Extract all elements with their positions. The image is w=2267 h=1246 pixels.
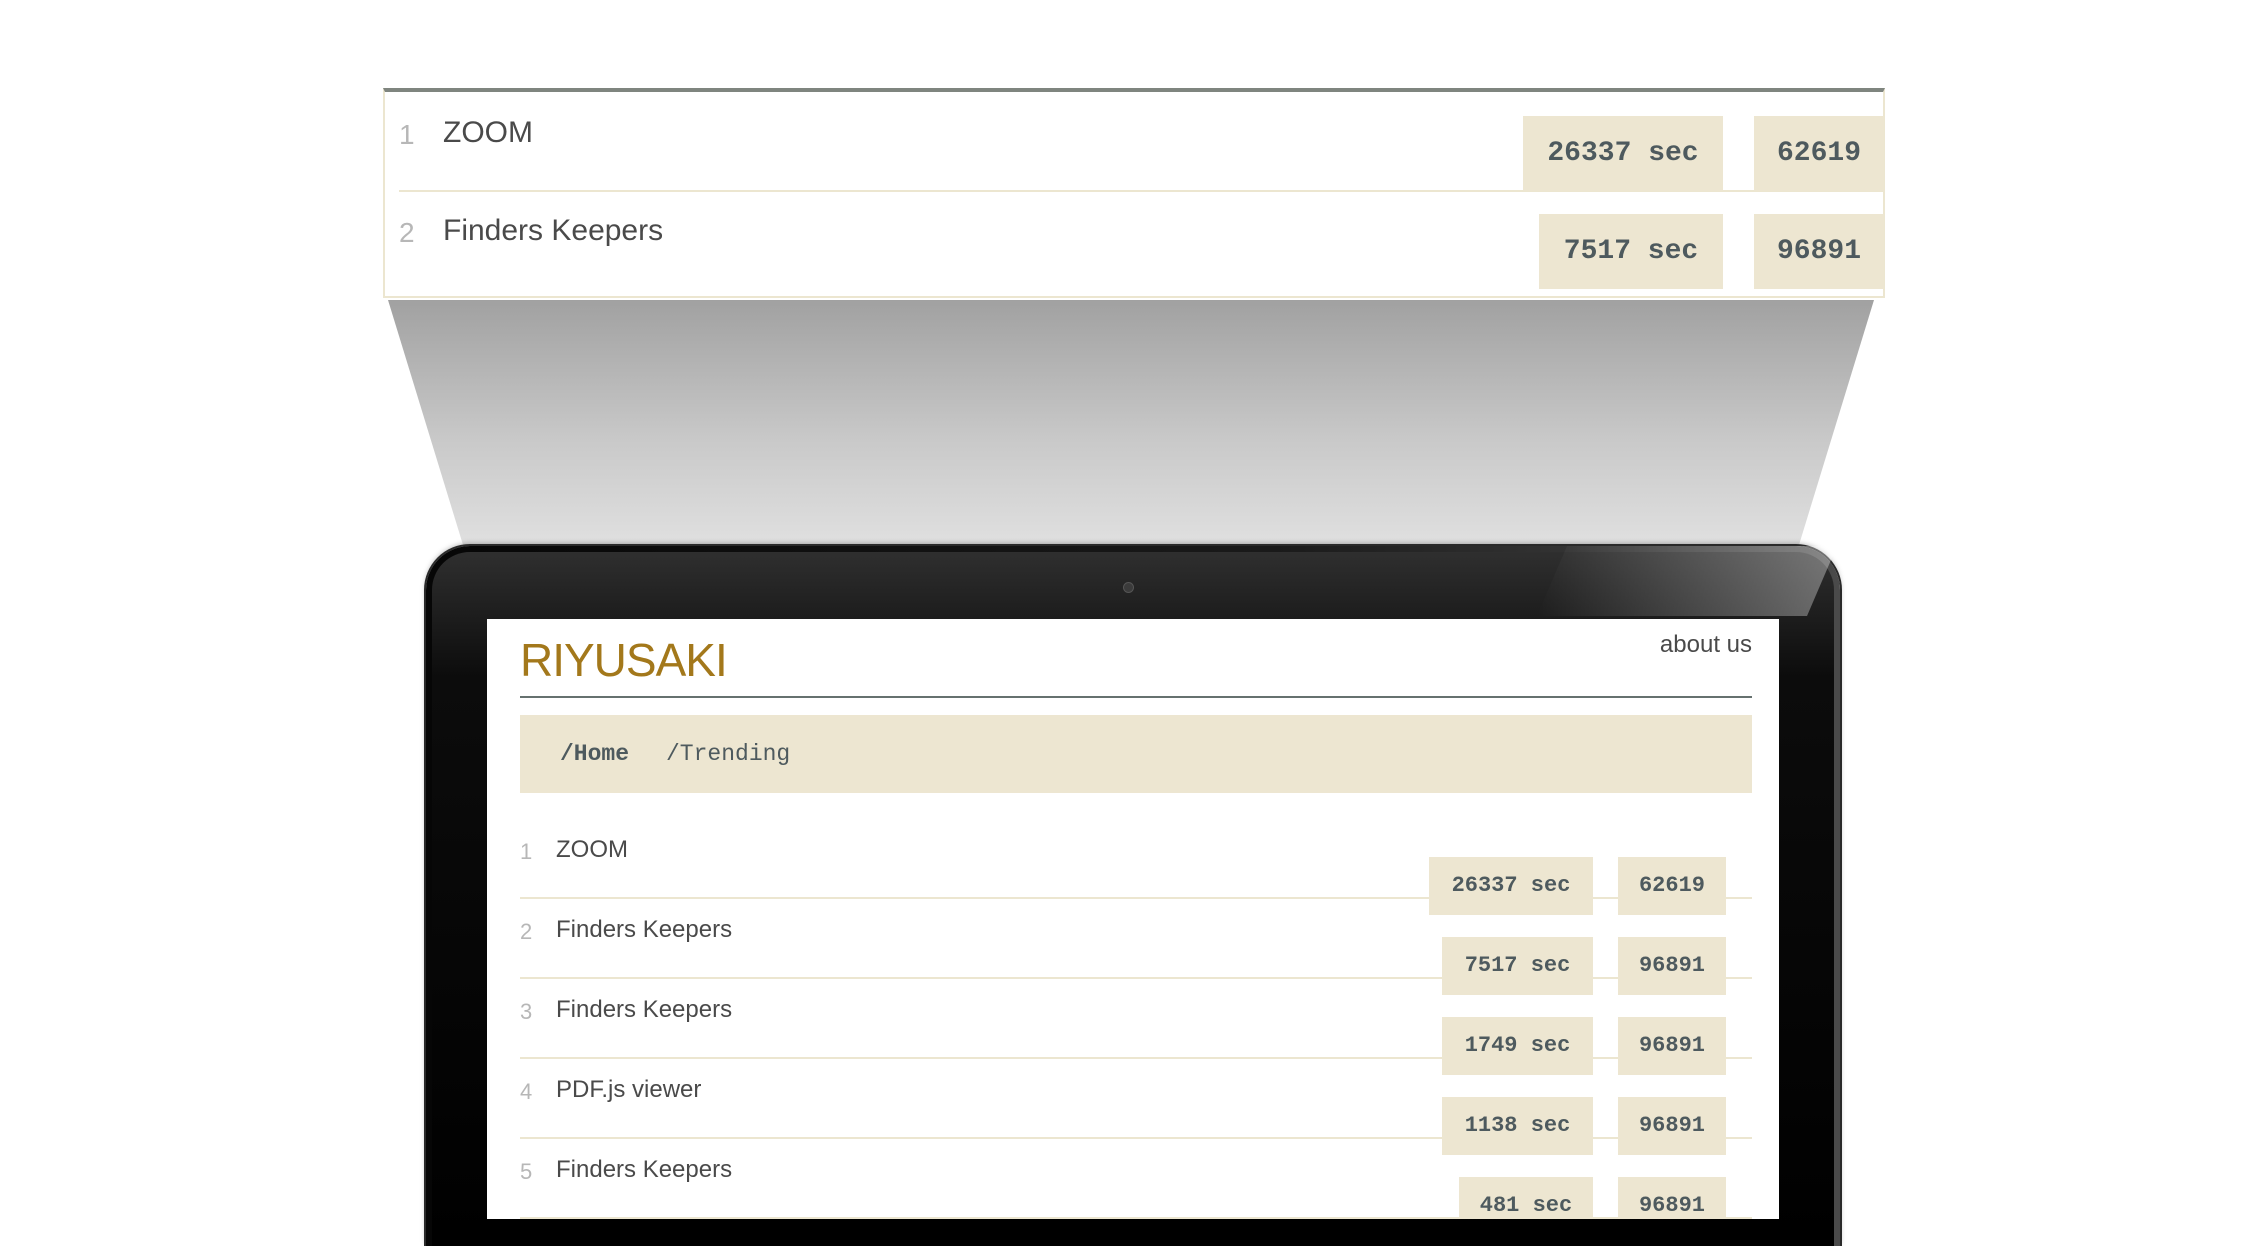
- list-item[interactable]: 5 Finders Keepers 481 sec 96891: [520, 1137, 1752, 1219]
- site-logo[interactable]: RIYUSAKI: [520, 633, 728, 687]
- laptop-screen: RIYUSAKI about us /Home /Trending 1 ZOOM…: [487, 619, 1779, 1219]
- item-title[interactable]: Finders Keepers: [556, 1156, 732, 1184]
- zoomed-list-row: 1 ZOOM 26337 sec 62619: [399, 92, 1884, 192]
- zoomed-row-title: ZOOM: [443, 116, 533, 149]
- item-title[interactable]: PDF.js viewer: [556, 1076, 701, 1104]
- screen-glare: [1537, 546, 1837, 616]
- breadcrumb: /Home /Trending: [520, 715, 1752, 793]
- website: RIYUSAKI about us /Home /Trending 1 ZOOM…: [487, 619, 1779, 1219]
- zoomed-list-panel: 1 ZOOM 26337 sec 62619 2 Finders Keepers…: [383, 88, 1885, 298]
- item-title[interactable]: Finders Keepers: [556, 916, 732, 944]
- item-rank: 5: [520, 1159, 533, 1184]
- zoomed-row-title: Finders Keepers: [443, 214, 664, 247]
- zoomed-list-row: 2 Finders Keepers 7517 sec 96891: [399, 190, 1884, 289]
- item-rank: 4: [520, 1079, 533, 1104]
- about-us-link[interactable]: about us: [1660, 631, 1752, 659]
- breadcrumb-trending[interactable]: /Trending: [666, 741, 790, 767]
- zoomed-time-badge: 7517 sec: [1539, 214, 1723, 289]
- zoomed-views-badge: 62619: [1754, 116, 1884, 191]
- list-item[interactable]: 2 Finders Keepers 7517 sec 96891: [520, 897, 1752, 995]
- zoomed-row-rank: 2: [399, 217, 415, 248]
- item-rank: 2: [520, 919, 533, 944]
- item-rank: 1: [520, 839, 533, 864]
- item-rank: 3: [520, 999, 533, 1024]
- zoomed-time-badge: 26337 sec: [1523, 116, 1723, 191]
- item-title[interactable]: Finders Keepers: [556, 996, 732, 1024]
- item-title[interactable]: ZOOM: [556, 836, 628, 864]
- webcam-icon: [1124, 583, 1133, 592]
- list-item[interactable]: 3 Finders Keepers 1749 sec 96891: [520, 977, 1752, 1075]
- time-badge: 481 sec: [1459, 1177, 1593, 1219]
- breadcrumb-home[interactable]: /Home: [560, 741, 629, 767]
- header-divider: [520, 696, 1752, 698]
- list-item[interactable]: 4 PDF.js viewer 1138 sec 96891: [520, 1057, 1752, 1155]
- zoomed-row-rank: 1: [399, 119, 415, 150]
- views-badge: 96891: [1618, 1177, 1726, 1219]
- list-item[interactable]: 1 ZOOM 26337 sec 62619: [520, 817, 1752, 915]
- zoomed-views-badge: 96891: [1754, 214, 1884, 289]
